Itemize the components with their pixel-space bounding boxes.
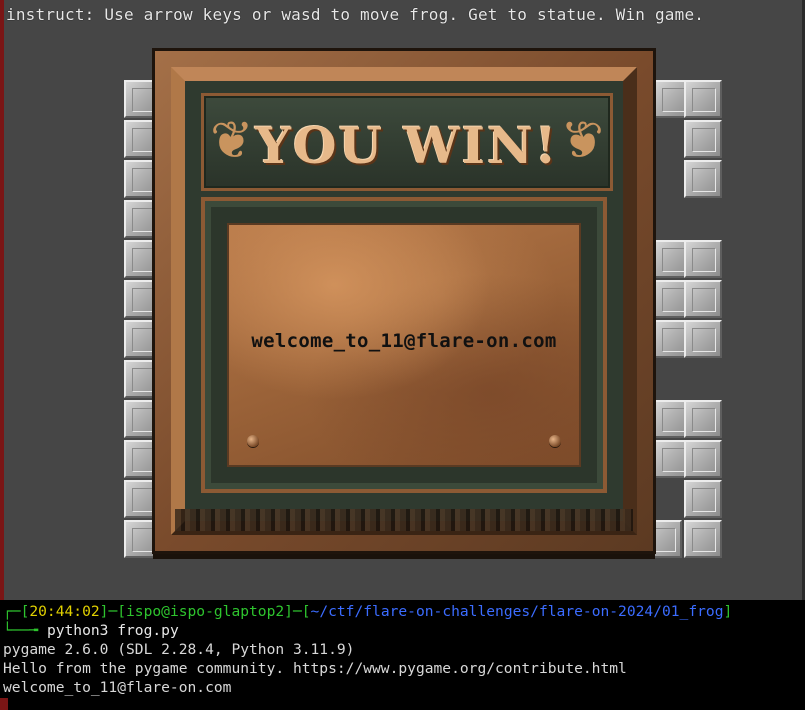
wall-block [684,120,722,158]
wall-block [684,280,722,318]
prompt-cwd: ~/ctf/flare-on-challenges/flare-on-2024/… [310,603,724,620]
terminal-cursor [0,698,8,710]
wall-block [684,520,722,558]
wall-block [684,160,722,198]
prompt-user-host: ispo@ispo-glaptop2 [126,603,285,620]
plaque-grunge [175,509,633,531]
wall-block [684,440,722,478]
win-plaque: ❦ YOU WIN! ❦ welcome_to_11@flare-on.com [155,51,653,551]
game-window[interactable]: instruct: Use arrow keys or wasd to move… [0,0,805,600]
terminal[interactable]: ┌─[20:44:02]─[ispo@ispo-glaptop2]─[~/ctf… [0,600,805,710]
instruction-text: instruct: Use arrow keys or wasd to move… [6,5,705,24]
flag-text: welcome_to_11@flare-on.com [251,330,557,352]
message-panel-frame: welcome_to_11@flare-on.com [201,197,607,493]
command-line: └──╼ python3 frog.py [3,622,179,639]
window-edge-left [0,0,4,600]
win-title: YOU WIN! [255,116,559,175]
wall-block [684,400,722,438]
prompt-time: 20:44:02 [29,603,100,620]
rivet-icon [549,435,561,447]
output-line: pygame 2.6.0 (SDL 2.28.4, Python 3.11.9) [3,641,355,658]
message-panel: welcome_to_11@flare-on.com [227,223,581,467]
output-line: Hello from the pygame community. https:/… [3,660,627,677]
prompt-line: ┌─[20:44:02]─[ispo@ispo-glaptop2]─[~/ctf… [3,603,733,620]
wall-block [684,320,722,358]
command-text: python3 frog.py [46,622,179,639]
rivet-icon [247,435,259,447]
wall-block [684,240,722,278]
wall-block [684,80,722,118]
flourish-right-icon: ❦ [560,111,604,171]
wall-block [684,480,722,518]
title-banner: ❦ YOU WIN! ❦ [201,93,613,191]
output-line: welcome_to_11@flare-on.com [3,679,232,696]
